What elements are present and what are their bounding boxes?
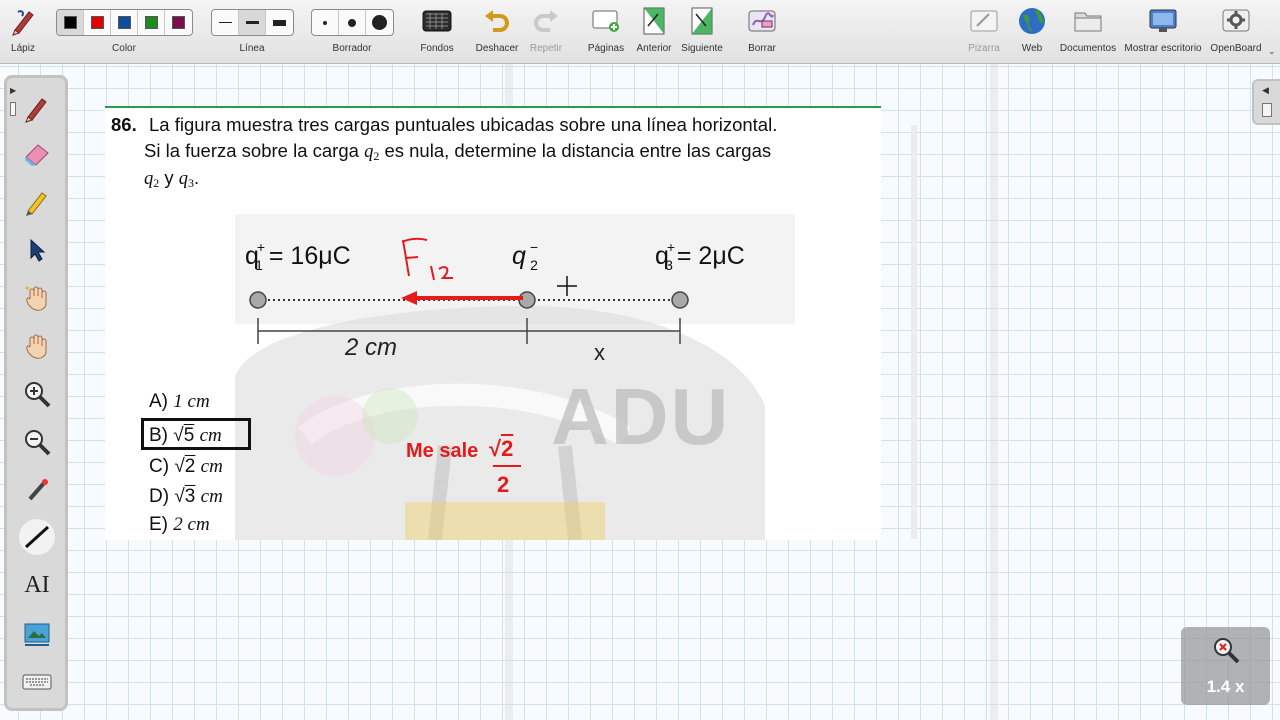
option-e[interactable]: E) 2 cm xyxy=(149,514,210,536)
option-e-letter: E) xyxy=(149,514,168,535)
toolbar-overflow-icon[interactable]: ⌄ xyxy=(1268,46,1276,57)
eraser-large-button[interactable] xyxy=(366,10,393,35)
page-edge-shadow xyxy=(911,125,917,539)
option-c[interactable]: C) √2 cm xyxy=(149,456,223,478)
svg-text:✦: ✦ xyxy=(24,284,31,293)
zoom-out-icon[interactable] xyxy=(19,424,55,460)
capture-tool-icon[interactable] xyxy=(19,616,55,652)
clear-label: Borrar xyxy=(748,43,776,54)
annotation-text: Me sale xyxy=(406,440,479,462)
force-label: F12 xyxy=(105,106,107,107)
zoom-in-icon[interactable] xyxy=(19,376,55,412)
eraser-medium-button[interactable] xyxy=(339,10,366,35)
web-label: Web xyxy=(1021,43,1043,54)
zoom-indicator[interactable]: 1.4 x xyxy=(1181,627,1270,705)
documents-folder-icon[interactable] xyxy=(1073,6,1103,36)
eraser-small-button[interactable] xyxy=(312,10,339,35)
line-width-selector xyxy=(211,9,294,36)
settings-gear-icon[interactable] xyxy=(1221,6,1251,36)
option-b-letter: B) xyxy=(149,425,168,446)
option-d-radical: 3 xyxy=(184,486,196,507)
scroll-guide-right xyxy=(990,64,998,720)
library-handle-icon xyxy=(1262,103,1272,117)
next-page-icon[interactable] xyxy=(687,6,717,36)
pencil-label: Lápiz xyxy=(11,43,35,54)
annotation-fraction-bar xyxy=(493,465,521,467)
color-selector xyxy=(56,9,193,36)
backgrounds-icon[interactable] xyxy=(422,6,452,36)
pen-tool-icon[interactable] xyxy=(19,90,55,126)
interact-hand-icon[interactable]: ✦ xyxy=(19,280,55,316)
clear-page-icon[interactable] xyxy=(747,6,777,36)
documents-label: Documentos xyxy=(1059,43,1117,54)
color-swatch-blue[interactable] xyxy=(111,10,138,35)
tool-palette: ▶ ✦ AI xyxy=(4,75,68,711)
text-tool-icon[interactable]: AI xyxy=(19,567,55,603)
web-globe-icon[interactable] xyxy=(1017,6,1047,36)
keyboard-icon[interactable] xyxy=(19,664,55,700)
option-b-unit: cm xyxy=(199,425,222,446)
option-b-radical: 5 xyxy=(183,425,195,446)
palette-collapse-icon[interactable]: ▶ xyxy=(10,86,16,95)
zoom-level-text: 1.4 x xyxy=(1206,677,1245,696)
option-c-unit: cm xyxy=(200,456,223,477)
redo-label: Repetir xyxy=(529,43,563,54)
board-label: Pizarra xyxy=(968,43,1000,54)
color-swatch-green[interactable] xyxy=(138,10,165,35)
line-thin-button[interactable] xyxy=(212,10,239,35)
palette-handle-icon[interactable] xyxy=(10,102,16,116)
annotation-radical: 2 xyxy=(501,436,514,461)
option-b[interactable]: B) √5 cm xyxy=(149,425,222,447)
document-page: ADU 86. La figura muestra tres cargas pu… xyxy=(105,106,881,540)
distance-left-label: 2 cm xyxy=(345,334,398,361)
annotation-denominator: 2 xyxy=(497,472,510,497)
laser-pointer-icon[interactable] xyxy=(19,472,55,508)
redo-icon[interactable] xyxy=(531,6,561,36)
option-d[interactable]: D) √3 cm xyxy=(149,486,223,508)
option-c-letter: C) xyxy=(149,456,170,477)
line-thick-button[interactable] xyxy=(266,10,293,35)
color-label: Color xyxy=(112,43,136,54)
eraser-tool-icon[interactable] xyxy=(19,136,55,172)
option-e-value: 2 cm xyxy=(173,514,210,535)
eraser-size-selector xyxy=(311,9,394,36)
color-swatch-red[interactable] xyxy=(84,10,111,35)
color-swatch-purple[interactable] xyxy=(165,10,192,35)
option-a[interactable]: A) 1 cm xyxy=(149,391,210,413)
color-swatch-black[interactable] xyxy=(57,10,84,35)
previous-page-icon[interactable] xyxy=(639,6,669,36)
main-toolbar: Lápiz Color Línea Borrador Fondos Deshac… xyxy=(0,0,1280,64)
hand-pan-icon[interactable] xyxy=(19,328,55,364)
next-label: Siguiente xyxy=(681,43,723,54)
board-icon[interactable] xyxy=(969,6,999,36)
line-label: Línea xyxy=(239,43,265,54)
openboard-label: OpenBoard xyxy=(1210,43,1262,54)
desktop-monitor-icon[interactable] xyxy=(1148,6,1178,36)
library-panel-tab[interactable]: ◀ xyxy=(1252,79,1280,125)
add-page-icon[interactable] xyxy=(591,6,621,36)
previous-label: Anterior xyxy=(636,43,672,54)
line-medium-button[interactable] xyxy=(239,10,266,35)
option-a-letter: A) xyxy=(149,391,168,412)
selector-arrow-icon[interactable] xyxy=(19,232,55,268)
undo-label: Deshacer xyxy=(475,43,519,54)
undo-icon[interactable] xyxy=(482,6,512,36)
force-subscript: 12 xyxy=(106,106,107,107)
show-desktop-label: Mostrar escritorio xyxy=(1124,43,1202,54)
backgrounds-label: Fondos xyxy=(420,43,454,54)
zoom-reset-icon[interactable] xyxy=(1211,635,1241,665)
expand-left-icon[interactable]: ◀ xyxy=(1262,85,1269,96)
option-d-unit: cm xyxy=(200,486,223,507)
option-a-value: 1 cm xyxy=(173,391,210,412)
distance-right-label: x xyxy=(594,340,605,365)
highlighter-tool-icon[interactable] xyxy=(19,184,55,220)
eraser-label: Borrador xyxy=(332,43,372,54)
option-c-radical: 2 xyxy=(184,456,196,477)
line-tool-icon[interactable] xyxy=(19,519,55,555)
pages-label: Páginas xyxy=(587,43,625,54)
annotation-fraction: √2 xyxy=(489,436,514,461)
pencil-icon[interactable] xyxy=(8,6,38,36)
option-d-letter: D) xyxy=(149,486,170,507)
